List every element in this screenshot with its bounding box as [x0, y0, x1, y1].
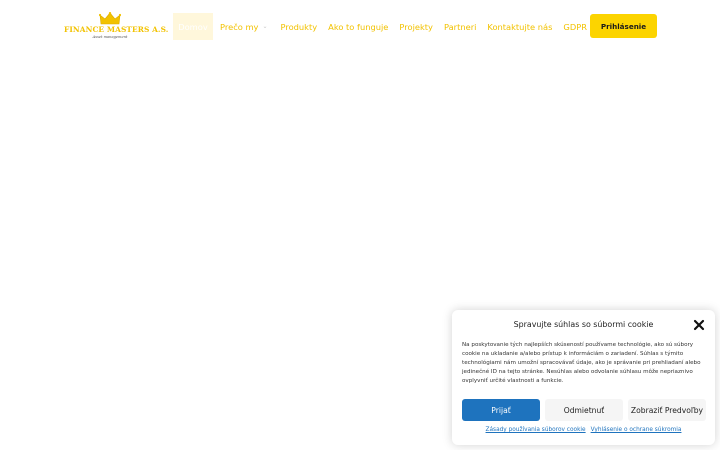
main-nav: Domov Prečo my ⌄ Produkty Ako to funguje… [173, 13, 587, 40]
nav-item-label: Projekty [399, 21, 433, 32]
chevron-down-icon: ⌄ [262, 23, 268, 30]
nav-item-kontaktujte-nas[interactable]: Kontaktujte nás [487, 13, 552, 40]
nav-item-preco-my[interactable]: Prečo my ⌄ [220, 13, 268, 40]
nav-item-label: Kontaktujte nás [487, 21, 553, 32]
cookie-dialog-title: Spravujte súhlas so súbormi cookie [513, 320, 654, 329]
nav-item-label: Prečo my [220, 21, 259, 32]
crown-icon [99, 12, 121, 25]
nav-item-domov[interactable]: Domov [173, 13, 213, 40]
nav-item-label: Produkty [280, 21, 318, 32]
accept-cookies-button[interactable]: Prijať [462, 399, 540, 421]
nav-item-gdpr[interactable]: GDPR [563, 13, 587, 40]
logo-brand-text: FINANCE MASTERS A.S. [64, 25, 169, 34]
site-logo[interactable]: FINANCE MASTERS A.S. Asset management [64, 12, 169, 40]
cookie-policy-link[interactable]: Zásady používania súborov cookie [486, 427, 586, 433]
nav-item-label: Ako to funguje [328, 21, 389, 32]
cookie-dialog-text: Na poskytovanie tých najlepších skúsenos… [462, 342, 701, 385]
close-icon[interactable] [693, 319, 705, 331]
site-header: FINANCE MASTERS A.S. Asset management Do… [0, 0, 720, 52]
cookie-policy-links: Zásady používania súborov cookie Vyhlásen… [452, 427, 715, 433]
nav-item-produkty[interactable]: Produkty [281, 13, 318, 40]
privacy-statement-link[interactable]: Vyhlásenie o ochrane súkromia [591, 427, 682, 433]
nav-item-label: Partneri [443, 21, 477, 32]
nav-item-label: GDPR [563, 21, 587, 32]
login-button[interactable]: Prihlásenie [590, 14, 657, 38]
deny-cookies-button[interactable]: Odmietnuť [545, 399, 623, 421]
cookie-consent-dialog: Spravujte súhlas so súbormi cookie Na po… [452, 310, 715, 445]
nav-item-ako-to-funguje[interactable]: Ako to funguje [328, 13, 388, 40]
nav-item-partneri[interactable]: Partneri [444, 13, 476, 40]
nav-item-projekty[interactable]: Projekty [399, 13, 433, 40]
view-preferences-button[interactable]: Zobraziť Predvoľby [628, 399, 706, 421]
logo-tagline: Asset management [92, 35, 128, 39]
nav-item-label: Domov [178, 21, 208, 32]
